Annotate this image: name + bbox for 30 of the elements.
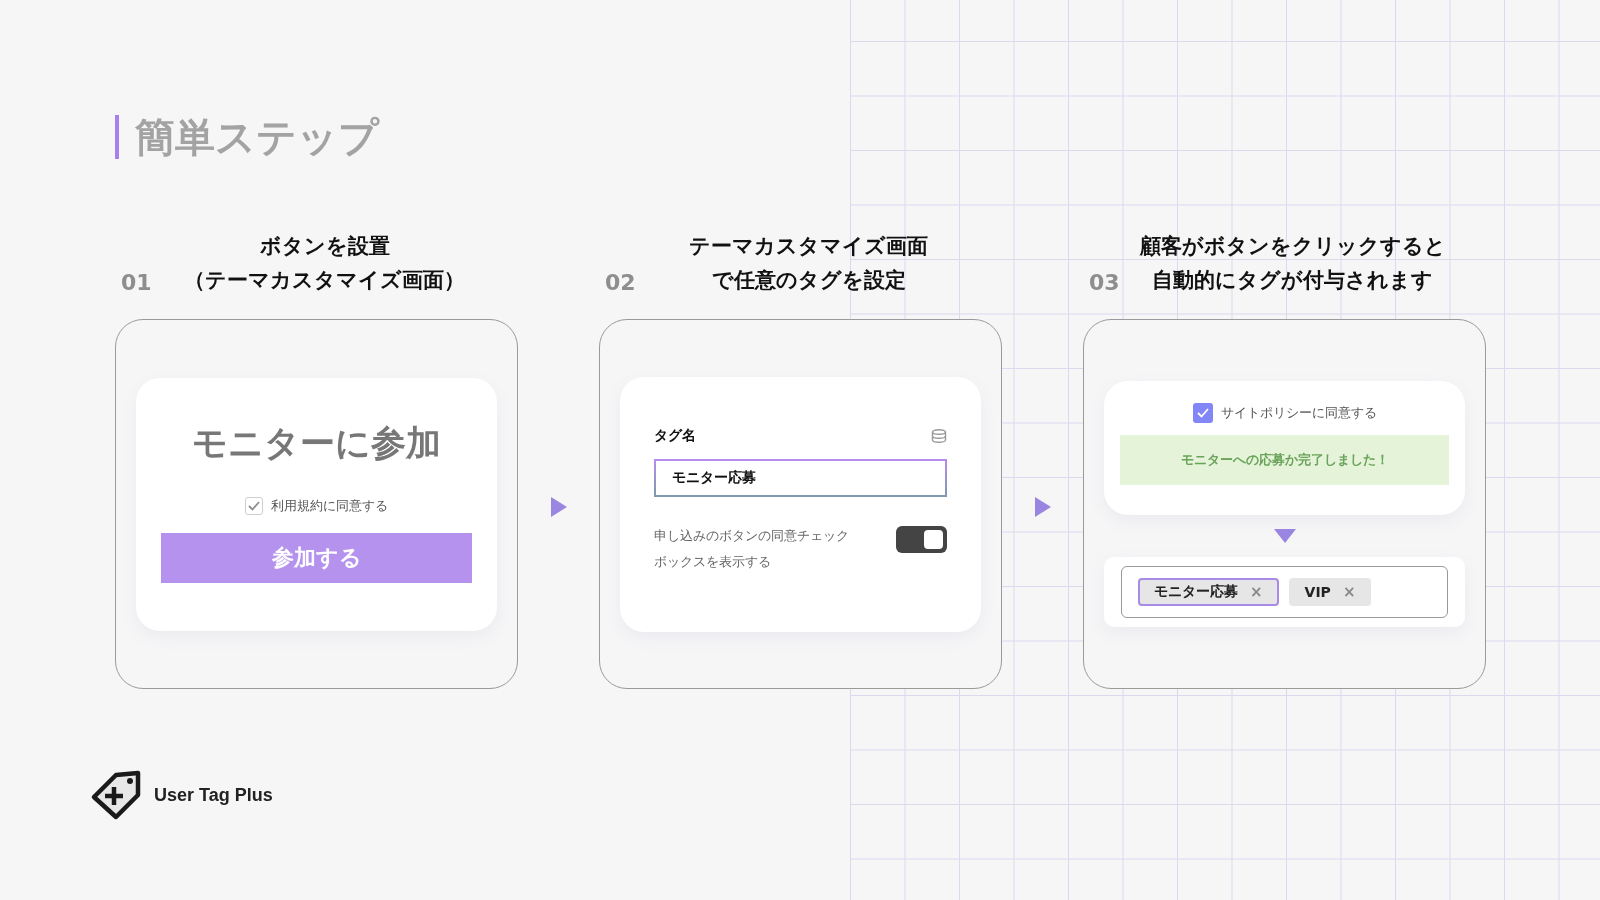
tag-chip[interactable]: モニター応募 × [1138,578,1279,606]
check-icon [1196,408,1209,418]
step-title: 自動的にタグが付与されます [1152,267,1433,294]
checkbox[interactable] [1192,403,1213,423]
checkbox[interactable] [245,496,263,515]
success-message: モニターへの応募か完了しました！ [1120,435,1449,485]
check-icon [248,500,260,511]
form-heading: モニターに参加 [192,421,441,465]
step-number: 02 [604,269,637,297]
brand-name: User Tag Plus [154,784,273,806]
step-title: ボタンを設置 [259,233,390,260]
step-number: 03 [1088,269,1121,297]
checkbox-label: サイトポリシーに同意する [1220,404,1377,422]
arrow-down-icon [1273,529,1296,543]
tag-field[interactable]: モニター応募 × VIP × [1121,566,1448,618]
checkbox-label: 利用規約に同意する [271,496,388,515]
section-title: 簡単ステップ [115,115,379,159]
field-label: タグ名 [654,426,696,445]
tag-chip[interactable]: VIP × [1288,578,1372,606]
step-title: で任意のタグを設定 [711,267,906,294]
arrow-right-icon [1034,496,1051,517]
toggle-label: 申し込みのボタンの同意チェックボックスを表示する [654,526,850,571]
tag-name-field[interactable]: モニター応募 [654,458,947,497]
step-title: テーマカスタマイズ画面 [689,233,928,260]
step-number: 01 [120,269,153,297]
arrow-right-icon [550,496,567,517]
step-title: 顧客がボタンをクリックすると [1139,233,1446,260]
database-icon [931,428,947,443]
step-title: （テーマカスタマイズ画面） [184,267,465,294]
toggle-switch[interactable] [896,525,947,553]
